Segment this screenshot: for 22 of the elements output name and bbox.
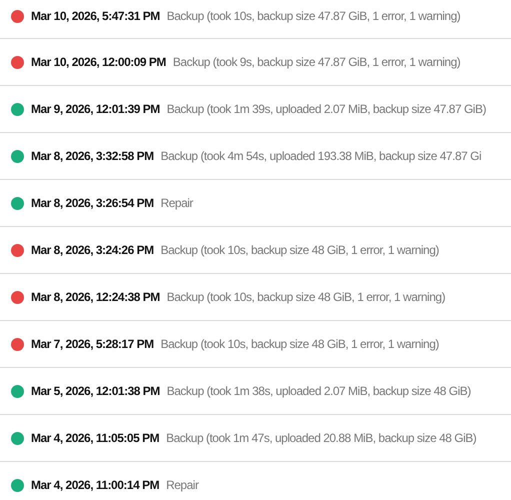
event-description: Repair [166,477,198,494]
event-description: Backup (took 10s, backup size 48 GiB, 1 error, 1 warning) [160,336,439,353]
event-description: Backup (took 4m 54s, uploaded 193.38 MiB, backup size 47.87 Gi [160,148,482,165]
event-time: Mar 4, 2026, 11:05:05 PM [31,430,160,447]
event-description: Backup (took 1m 47s, uploaded 20.88 MiB, backup size 48 GiB) [166,430,476,447]
event-description: Backup (took 1m 39s, uploaded 2.07 MiB, backup size 47.87 GiB) [166,101,486,118]
event-description: Backup (took 9s, backup size 47.87 GiB, 1 error, 1 warning) [172,54,460,71]
event-description: Repair [160,195,193,212]
event-description: Backup (took 10s, backup size 47.87 GiB, 1 error, 1 warning) [166,8,460,25]
event-description: Backup (took 1m 38s, uploaded 2.07 MiB, backup size 48 GiB) [166,383,471,400]
event-time: Mar 8, 2026, 12:24:38 PM [31,289,160,306]
event-time: Mar 4, 2026, 11:00:14 PM [31,477,160,494]
event-time: Mar 9, 2026, 12:01:39 PM [31,101,160,118]
event-time: Mar 8, 2026, 3:32:58 PM [31,148,154,165]
event-time: Mar 5, 2026, 12:01:38 PM [31,383,160,400]
event-time: Mar 7, 2026, 5:28:17 PM [31,336,154,353]
event-description: Backup (took 10s, backup size 48 GiB, 1 error, 1 warning) [160,242,439,259]
event-time: Mar 10, 2026, 5:47:31 PM [31,8,160,25]
event-time: Mar 10, 2026, 12:00:09 PM [31,54,166,71]
event-description: Backup (took 10s, backup size 48 GiB, 1 error, 1 warning) [166,289,446,306]
event-time: Mar 8, 2026, 3:26:54 PM [31,195,154,212]
event-time: Mar 8, 2026, 3:24:26 PM [31,242,154,259]
